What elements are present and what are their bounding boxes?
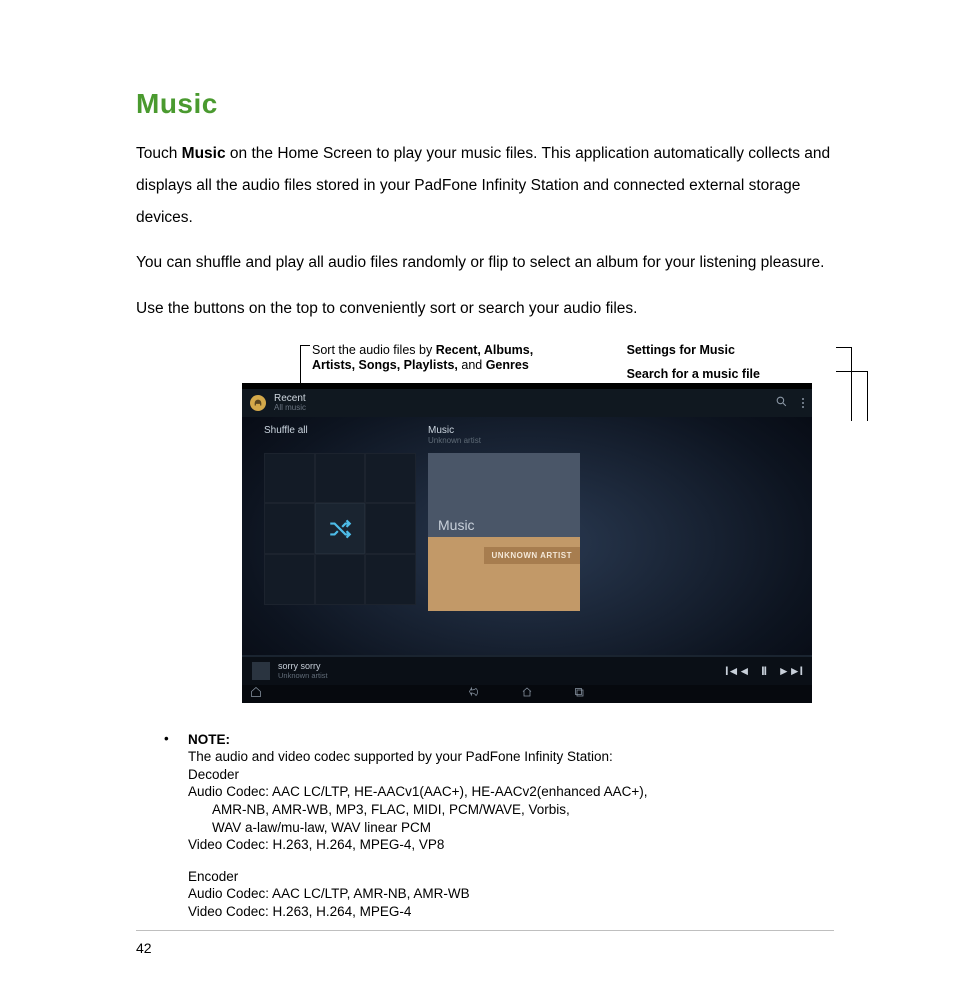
note-line: Video Codec: H.263, H.264, MPEG-4 xyxy=(188,903,647,921)
shuffle-label-group: Shuffle all xyxy=(264,425,308,436)
album-label-group: Music Unknown artist xyxy=(428,425,481,445)
header-dropdown[interactable]: Recent All music xyxy=(274,393,306,413)
section-title: Music xyxy=(136,88,834,120)
callout-sort: Sort the audio files by Recent, Albums, … xyxy=(312,343,567,381)
text-bold: Genres xyxy=(486,358,529,372)
note-body: NOTE: The audio and video codec supporte… xyxy=(188,731,647,920)
text-bold: Music xyxy=(182,145,226,162)
nav-recents-icon[interactable] xyxy=(573,685,585,703)
search-icon[interactable] xyxy=(775,395,788,411)
text: Touch xyxy=(136,145,182,162)
album-cover-bottom: UNKNOWN ARTIST xyxy=(428,537,580,611)
text: on the Home Screen to play your music fi… xyxy=(136,145,830,226)
paragraph-3: Use the buttons on the top to convenient… xyxy=(136,293,834,325)
note-bullet: • xyxy=(164,731,188,920)
album-cover-top: Music xyxy=(428,453,580,537)
app-header: Recent All music xyxy=(242,389,812,417)
overflow-menu-icon[interactable] xyxy=(802,398,804,408)
callout-search: Search for a music file xyxy=(627,367,834,381)
shuffle-label: Shuffle all xyxy=(264,425,308,436)
note-heading: NOTE: xyxy=(188,731,647,749)
manual-page: Music Touch Music on the Home Screen to … xyxy=(0,0,954,1002)
footer-rule xyxy=(136,930,834,931)
callout-right-group: Settings for Music Search for a music fi… xyxy=(627,343,834,381)
now-playing-bar[interactable]: sorry sorry Unknown artist I◄◄ II ►►I xyxy=(242,655,812,685)
note-line: Audio Codec: AAC LC/LTP, AMR-NB, AMR-WB xyxy=(188,885,647,903)
shuffle-icon xyxy=(315,503,366,554)
album-cover-title: Music xyxy=(438,517,475,533)
callout-settings: Settings for Music xyxy=(627,343,834,357)
note-line: Video Codec: H.263, H.264, MPEG-4, VP8 xyxy=(188,836,647,854)
album-tile[interactable]: Music UNKNOWN ARTIST xyxy=(428,453,580,607)
now-playing-art xyxy=(252,662,270,680)
header-subtitle: All music xyxy=(274,404,306,413)
album-artist-badge: UNKNOWN ARTIST xyxy=(484,547,580,564)
note-line: AMR-NB, AMR-WB, MP3, FLAC, MIDI, PCM/WAV… xyxy=(212,801,647,819)
callout-row: Sort the audio files by Recent, Albums, … xyxy=(136,343,834,381)
note-line: Audio Codec: AAC LC/LTP, HE-AACv1(AAC+),… xyxy=(188,783,647,801)
pause-button[interactable]: II xyxy=(761,664,766,678)
page-number: 42 xyxy=(136,940,152,956)
app-screenshot: Recent All music Shuffle all Music Unkno… xyxy=(242,383,812,703)
headphones-icon[interactable] xyxy=(250,395,266,411)
shuffle-tile[interactable] xyxy=(264,453,416,605)
note-line: WAV a-law/mu-law, WAV linear PCM xyxy=(212,819,647,837)
now-playing-title: sorry sorry xyxy=(278,661,328,671)
previous-button[interactable]: I◄◄ xyxy=(725,664,749,678)
nav-back-icon[interactable] xyxy=(469,685,481,703)
paragraph-2: You can shuffle and play all audio files… xyxy=(136,247,834,279)
album-header-sub: Unknown artist xyxy=(428,436,481,445)
note-line: Encoder xyxy=(188,868,647,886)
note-block: • NOTE: The audio and video codec suppor… xyxy=(164,731,834,920)
now-playing-text: sorry sorry Unknown artist xyxy=(278,661,328,680)
nav-home-small-icon[interactable] xyxy=(250,685,262,703)
now-playing-artist: Unknown artist xyxy=(278,671,328,680)
text: and xyxy=(458,358,486,372)
note-line: Decoder xyxy=(188,766,647,784)
album-header-title: Music xyxy=(428,425,481,436)
paragraph-1: Touch Music on the Home Screen to play y… xyxy=(136,138,834,233)
nav-home-icon[interactable] xyxy=(521,685,533,703)
note-line: The audio and video codec supported by y… xyxy=(188,748,647,766)
next-button[interactable]: ►►I xyxy=(778,664,802,678)
system-navbar xyxy=(242,685,812,703)
text: Sort the audio files by xyxy=(312,343,436,357)
